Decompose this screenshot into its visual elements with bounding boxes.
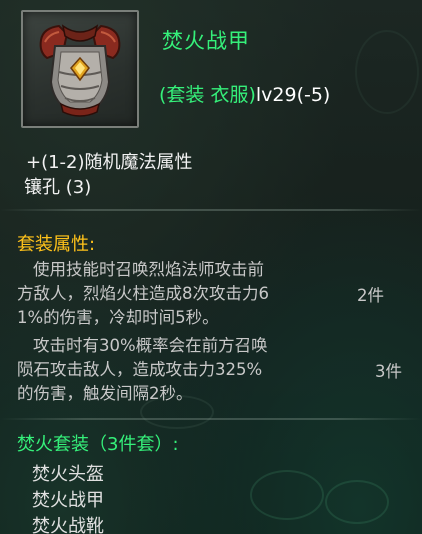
set-bonus-pieces: 2件	[357, 286, 384, 305]
item-set-type: (套装 衣服)	[159, 84, 256, 106]
set-bonus-line: 使用技能时召唤烈焰法师攻击前	[33, 260, 264, 279]
decorative-ornament	[250, 470, 324, 520]
item-name: 焚火战甲	[162, 29, 250, 53]
set-piece-armor: 焚火战甲	[32, 490, 104, 511]
random-magic-attribute: +(1-2)随机魔法属性	[26, 152, 193, 173]
set-piece-helmet: 焚火头盔	[32, 464, 104, 485]
item-tooltip: 焚火战甲 (套装 衣服)lv29(-5) +(1-2)随机魔法属性 镶孔 (3)…	[0, 0, 422, 534]
item-type-line: (套装 衣服)lv29(-5)	[159, 80, 330, 107]
set-piece-boots: 焚火战靴	[32, 516, 104, 534]
item-level: lv29(-5)	[255, 84, 331, 106]
set-bonus-pieces: 3件	[375, 362, 402, 381]
set-bonus-line: 陨石攻击敌人，造成攻击力325%	[17, 360, 263, 379]
socket-count: 镶孔 (3)	[24, 177, 92, 198]
set-bonus-line: 方敌人，烈焰火柱造成8次攻击力6	[17, 284, 269, 303]
decorative-ornament	[355, 30, 419, 114]
section-divider	[0, 209, 422, 211]
section-divider	[0, 418, 422, 420]
set-bonus-line: 1%的伤害，冷却时间5秒。	[17, 308, 219, 327]
item-icon-slot	[21, 10, 139, 128]
set-attributes-heading: 套装属性:	[17, 234, 96, 255]
set-name-heading: 焚火套装（3件套）:	[17, 434, 179, 455]
set-bonus-line: 攻击时有30%概率会在前方召唤	[33, 336, 268, 355]
armor-chestplate-icon	[39, 24, 121, 117]
set-bonus-line: 的伤害，触发间隔2秒。	[17, 384, 193, 403]
decorative-ornament	[325, 480, 389, 524]
